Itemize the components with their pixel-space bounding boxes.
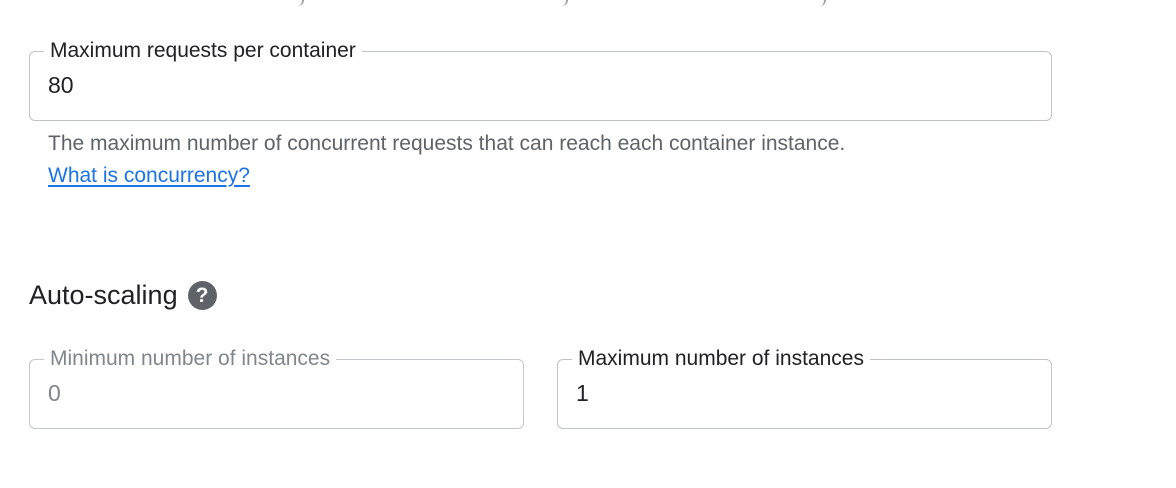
cut-off-content <box>0 0 1176 6</box>
max-instances-input[interactable] <box>576 378 1033 408</box>
autoscaling-header: Auto-scaling ? <box>29 278 217 312</box>
min-instances-label: Minimum number of instances <box>44 347 337 371</box>
what-is-concurrency-link[interactable]: What is concurrency? <box>48 162 250 190</box>
cloud-run-settings-panel: Maximum requests per container The maxim… <box>0 0 1176 488</box>
max-requests-label: Maximum requests per container <box>44 39 362 63</box>
max-requests-input[interactable] <box>48 70 1033 100</box>
max-requests-field[interactable]: Maximum requests per container <box>29 39 1052 121</box>
min-instances-input[interactable] <box>48 378 505 408</box>
help-icon[interactable]: ? <box>187 280 217 310</box>
min-instances-field[interactable]: Minimum number of instances <box>29 347 524 429</box>
autoscaling-title: Auto-scaling <box>29 280 178 310</box>
concurrency-helper-text: The maximum number of concurrent request… <box>48 132 846 155</box>
max-instances-label: Maximum number of instances <box>572 347 870 371</box>
max-instances-field[interactable]: Maximum number of instances <box>557 347 1052 429</box>
